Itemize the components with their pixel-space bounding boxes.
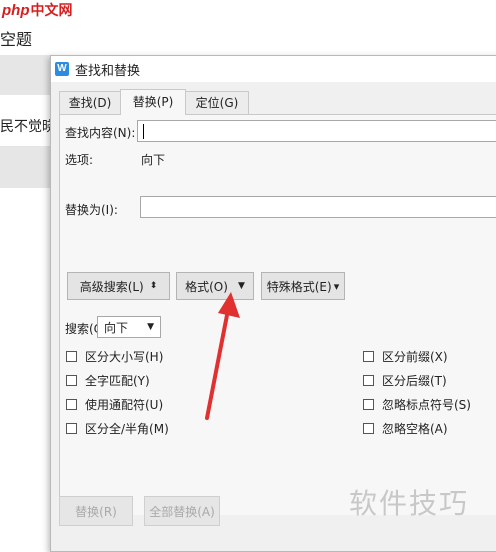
match-prefix-checkbox[interactable]: 区分前缀(X) bbox=[363, 348, 448, 365]
checkbox-box[interactable] bbox=[66, 375, 77, 386]
text-caret bbox=[143, 124, 144, 139]
replace-button[interactable]: 替换(R) bbox=[59, 496, 133, 526]
checkbox-box[interactable] bbox=[363, 351, 374, 362]
checkbox-box[interactable] bbox=[66, 399, 77, 410]
special-format-button[interactable]: 特殊格式(E) ▾ bbox=[261, 272, 345, 300]
checkbox-label: 区分后缀(T) bbox=[382, 374, 447, 388]
search-direction-value: 向下 bbox=[104, 320, 129, 335]
tab-replace[interactable]: 替换(P) bbox=[120, 89, 186, 115]
match-case-checkbox[interactable]: 区分大小写(H) bbox=[66, 348, 163, 365]
replace-all-button[interactable]: 全部替换(A) bbox=[144, 496, 220, 526]
wildcards-checkbox[interactable]: 使用通配符(U) bbox=[66, 396, 163, 413]
checkbox-box[interactable] bbox=[66, 351, 77, 362]
match-suffix-checkbox[interactable]: 区分后缀(T) bbox=[363, 372, 447, 389]
replace-input[interactable] bbox=[140, 196, 496, 218]
checkbox-label: 区分大小写(H) bbox=[85, 350, 164, 364]
search-direction-select[interactable]: 向下 ▼ bbox=[97, 316, 161, 338]
document-table-band bbox=[0, 55, 52, 95]
full-half-width-checkbox[interactable]: 区分全/半角(M) bbox=[66, 420, 169, 437]
chevron-down-icon: ▾ bbox=[333, 279, 340, 293]
ignore-spaces-checkbox[interactable]: 忽略空格(A) bbox=[363, 420, 448, 437]
options-value: 向下 bbox=[141, 153, 166, 167]
document-table-band bbox=[0, 146, 52, 188]
replace-panel bbox=[59, 114, 496, 515]
document-text: 民不觉晓 bbox=[0, 119, 52, 135]
tab-find[interactable]: 查找(D) bbox=[59, 91, 121, 114]
checkbox-label: 区分前缀(X) bbox=[382, 350, 448, 364]
logo-prefix: php bbox=[2, 1, 30, 19]
dialog-title: 查找和替换 bbox=[75, 64, 141, 79]
advanced-search-button[interactable]: 高级搜索(L) ⬍ bbox=[67, 272, 170, 300]
wps-writer-icon: W bbox=[55, 62, 69, 76]
document-heading: 空题 bbox=[0, 30, 33, 49]
whole-word-checkbox[interactable]: 全字匹配(Y) bbox=[66, 372, 150, 389]
watermark-text: 软件技巧 bbox=[349, 487, 470, 520]
logo-suffix: 中文网 bbox=[30, 3, 73, 19]
find-label: 查找内容(N): bbox=[65, 126, 136, 140]
checkbox-box[interactable] bbox=[363, 399, 374, 410]
tab-goto[interactable]: 定位(G) bbox=[185, 91, 249, 114]
ignore-punctuation-checkbox[interactable]: 忽略标点符号(S) bbox=[363, 396, 471, 413]
site-logo: php 中文网 bbox=[2, 0, 73, 20]
checkbox-box[interactable] bbox=[363, 375, 374, 386]
dialog-titlebar[interactable]: W 查找和替换 bbox=[51, 56, 496, 82]
checkbox-label: 全字匹配(Y) bbox=[85, 374, 150, 388]
replace-label: 替换为(I): bbox=[65, 203, 118, 217]
checkbox-label: 忽略空格(A) bbox=[382, 422, 448, 436]
chevron-down-icon: ▼ bbox=[147, 322, 154, 332]
options-label: 选项: bbox=[65, 153, 94, 167]
annotation-arrow-icon bbox=[205, 292, 240, 420]
checkbox-box[interactable] bbox=[66, 423, 77, 434]
checkbox-label: 使用通配符(U) bbox=[85, 398, 164, 412]
special-format-label: 特殊格式(E) bbox=[266, 279, 332, 294]
find-input[interactable] bbox=[137, 120, 496, 142]
advanced-search-label: 高级搜索(L) bbox=[79, 279, 144, 294]
checkbox-box[interactable] bbox=[363, 423, 374, 434]
find-replace-dialog: W 查找和替换 查找(D) 替换(P) 定位(G) 查找内容(N): 选项: 向… bbox=[50, 55, 496, 552]
up-down-icon: ⬍ bbox=[149, 281, 158, 291]
checkbox-label: 忽略标点符号(S) bbox=[382, 398, 471, 412]
checkbox-label: 区分全/半角(M) bbox=[85, 422, 169, 436]
